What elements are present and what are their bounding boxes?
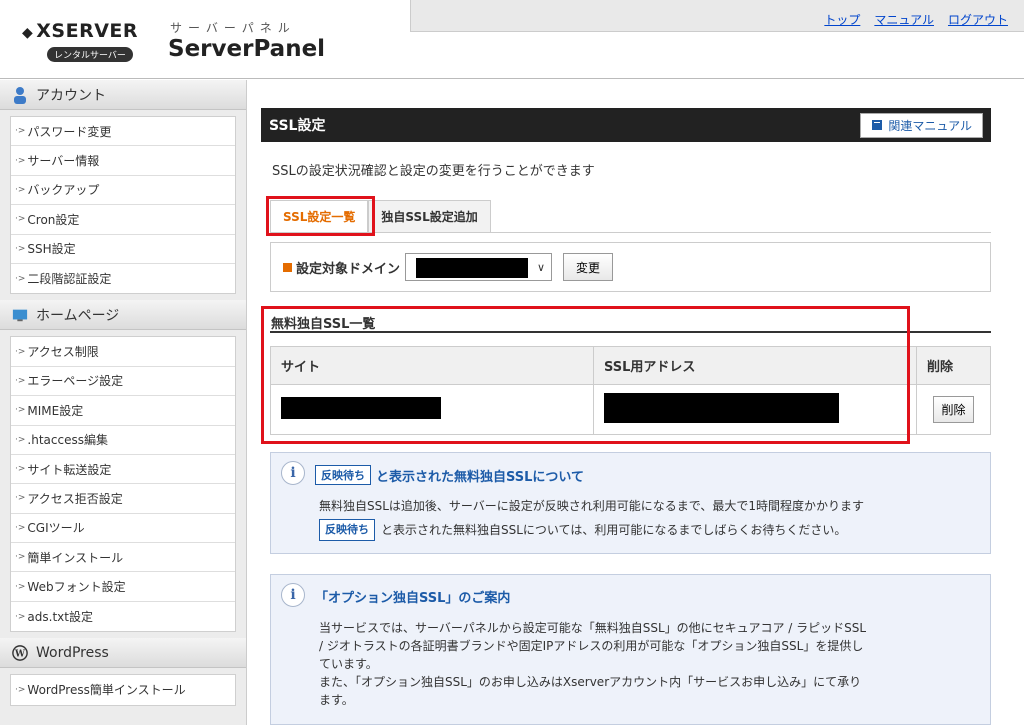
chevron-right-icon: ·> <box>15 346 26 357</box>
sidebar-item-webfont[interactable]: ·> Webフォント設定 <box>11 572 235 602</box>
info-text-option-3: ています。 <box>319 657 378 671</box>
main-content: SSL設定 関連マニュアル SSLの設定状況確認と設定の変更を行うことができます… <box>248 80 1024 725</box>
domain-selector-box: 設定対象ドメイン ∨ 変更 <box>270 242 991 292</box>
info-icon: i <box>281 583 305 607</box>
panel-title: ServerPanel <box>168 36 326 62</box>
xserver-logo[interactable]: ◆ XSERVER レンタルサーバー <box>22 20 152 66</box>
info-text-option-2: / ジオトラストの各証明書ブランドや固定IPアドレスの利用が可能な「オプション独… <box>319 639 864 653</box>
monitor-icon <box>12 309 28 322</box>
chevron-right-icon: ·> <box>15 126 26 137</box>
info-box-option-ssl: i 「オプション独自SSL」のご案内 当サービスでは、サーバーパネルから設定可能… <box>270 574 991 725</box>
domain-select[interactable]: ∨ <box>405 253 553 281</box>
chevron-right-icon: ·> <box>15 581 26 592</box>
redacted-domain <box>416 258 529 278</box>
info-icon: i <box>281 461 305 485</box>
chevron-right-icon: ·> <box>15 375 26 386</box>
sidebar-item-access-deny[interactable]: ·> アクセス拒否設定 <box>11 484 235 514</box>
sidebar-section-homepage: ホームページ <box>0 300 246 331</box>
sidebar-item-redirect[interactable]: ·> サイト転送設定 <box>11 455 235 485</box>
pending-tag: 反映待ち <box>319 519 375 541</box>
sidebar-section-account: アカウント <box>0 80 246 110</box>
chevron-right-icon: ·> <box>15 611 26 622</box>
sidebar-item-backup[interactable]: ·> バックアップ <box>11 176 235 206</box>
change-button[interactable]: 変更 <box>563 253 614 281</box>
highlight-ssl-outline <box>261 306 910 444</box>
info-text-option-4: また、「オプション独自SSL」のお申し込みはXserverアカウント内「サービス… <box>319 675 862 689</box>
sidebar-section-wordpress: W WordPress <box>0 638 246 669</box>
chevron-right-icon: ·> <box>15 684 26 695</box>
wordpress-icon: W <box>12 644 28 661</box>
sidebar-item-access-limit[interactable]: ·> アクセス制限 <box>11 337 235 367</box>
sidebar-item-error-page[interactable]: ·> エラーページ設定 <box>11 367 235 397</box>
sidebar-item-server-info[interactable]: ·> サーバー情報 <box>11 146 235 176</box>
info-box-pending: i 反映待ち と表示された無料独自SSLについて 無料独自SSLは追加後、サーバー… <box>270 452 991 554</box>
sidebar: アカウント ·> パスワード変更 ·> サーバー情報 ·> バックアップ ·> Cron… <box>0 80 247 725</box>
brand-name: XSERVER <box>36 20 139 42</box>
nav-top-link[interactable]: トップ <box>824 11 860 28</box>
tab-add-ssl[interactable]: 独自SSL設定追加 <box>368 200 491 232</box>
panel-kana: サーバーパネル <box>170 21 296 35</box>
info-text-option-1: 当サービスでは、サーバーパネルから設定可能な「無料独自SSL」の他にセキュアコア… <box>319 621 867 635</box>
chevron-right-icon: ·> <box>15 184 26 195</box>
highlight-tab-outline <box>266 196 375 236</box>
sidebar-item-ssh[interactable]: ·> SSH設定 <box>11 235 235 264</box>
chevron-right-icon: ·> <box>15 155 26 166</box>
nav-logout-link[interactable]: ログアウト <box>948 11 1008 28</box>
info-title-pending: と表示された無料独自SSLについて <box>376 469 585 485</box>
chevron-down-icon: ∨ <box>536 260 546 274</box>
sidebar-item-htaccess[interactable]: ·> .htaccess編集 <box>11 426 235 455</box>
sidebar-item-cron[interactable]: ·> Cron設定 <box>11 205 235 235</box>
related-manual-button[interactable]: 関連マニュアル <box>860 112 983 138</box>
header: ◆ XSERVER レンタルサーバー サーバーパネル ServerPanel トッ… <box>0 0 1024 79</box>
sidebar-item-cgi[interactable]: ·> CGIツール <box>11 514 235 544</box>
user-icon <box>14 86 26 104</box>
svg-text:W: W <box>14 649 26 659</box>
chevron-right-icon: ·> <box>15 522 26 533</box>
info-text-pending-1: 無料独自SSLは追加後、サーバーに設定が反映され利用可能になるまで、最大で1時間… <box>319 499 864 513</box>
info-title-option-ssl: 「オプション独自SSL」のご案内 <box>315 591 511 606</box>
top-nav-bar: トップ マニュアル ログアウト <box>410 0 1024 32</box>
pending-tag: 反映待ち <box>315 465 371 485</box>
info-text-option-5: ます。 <box>319 693 354 707</box>
domain-label: 設定対象ドメイン <box>296 261 401 277</box>
page-title: SSL設定 <box>269 118 326 134</box>
chevron-right-icon: ·> <box>15 493 26 504</box>
sidebar-item-wp-install[interactable]: ·> WordPress簡単インストール <box>11 675 235 704</box>
col-delete: 削除 <box>916 346 991 385</box>
brand-badge: レンタルサーバー <box>47 47 133 62</box>
sidebar-item-2fa[interactable]: ·> 二段階認証設定 <box>11 264 235 293</box>
chevron-right-icon: ·> <box>15 405 26 416</box>
chevron-right-icon: ·> <box>15 214 26 225</box>
sidebar-item-ads-txt[interactable]: ·> ads.txt設定 <box>11 602 235 631</box>
delete-button[interactable]: 削除 <box>933 396 974 423</box>
chevron-right-icon: ·> <box>15 464 26 475</box>
bullet-icon <box>283 262 292 272</box>
chevron-right-icon: ·> <box>15 243 26 254</box>
sidebar-item-mime[interactable]: ·> MIME設定 <box>11 396 235 426</box>
diamond-logo-icon: ◆ <box>22 25 34 41</box>
page-title-bar: SSL設定 関連マニュアル <box>261 108 991 142</box>
page-description: SSLの設定状況確認と設定の変更を行うことができます <box>272 164 595 179</box>
chevron-right-icon: ·> <box>15 273 26 284</box>
sidebar-item-easy-install[interactable]: ·> 簡単インストール <box>11 543 235 573</box>
chevron-right-icon: ·> <box>15 552 26 563</box>
info-text-pending-2: と表示された無料独自SSLについては、利用可能になるまでしばらくお待ちください。 <box>381 523 847 537</box>
book-icon <box>872 120 883 130</box>
chevron-right-icon: ·> <box>15 434 26 445</box>
nav-manual-link[interactable]: マニュアル <box>874 11 934 28</box>
sidebar-item-password[interactable]: ·> パスワード変更 <box>11 117 235 147</box>
